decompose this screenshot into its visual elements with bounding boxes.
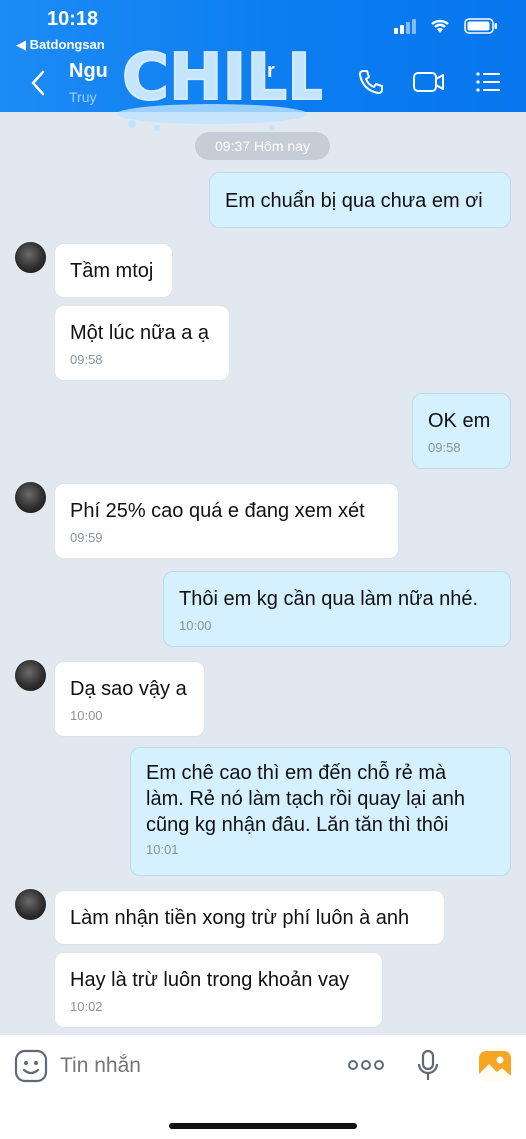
message-text: Thôi em kg cần qua làm nữa nhé. <box>179 588 479 610</box>
menu-list-icon[interactable] <box>474 68 502 96</box>
chill-sticker: CHILL <box>117 40 322 131</box>
message-bubble-incoming[interactable]: Dạ sao vậy a 10:00 <box>54 661 205 737</box>
message-text: OK em <box>428 410 491 432</box>
date-separator: 09:37 Hôm nay <box>195 132 330 160</box>
message-time: 10:01 <box>146 842 179 857</box>
phone-call-icon[interactable] <box>357 68 385 96</box>
wifi-icon <box>431 19 449 33</box>
home-indicator[interactable] <box>169 1123 357 1129</box>
message-time: 09:58 <box>70 352 103 367</box>
message-time: 10:00 <box>70 708 103 723</box>
message-time: 09:59 <box>70 530 103 545</box>
signal-icon <box>394 19 416 34</box>
image-gallery-icon[interactable] <box>478 1050 512 1082</box>
avatar[interactable] <box>15 889 46 920</box>
contact-name[interactable]: Ngu <box>69 60 108 83</box>
message-text: Làm nhận tiền xong trừ phí luôn à anh <box>70 907 410 929</box>
back-arrow-icon[interactable] <box>28 66 48 100</box>
message-text: Dạ sao vậy a <box>70 678 187 700</box>
message-bubble-incoming[interactable]: Tầm mtoj <box>54 243 173 298</box>
message-bubble-incoming[interactable]: Phí 25% cao quá e đang xem xét 09:59 <box>54 483 399 559</box>
message-text: Em chê cao thì em đến chỗ rẻ mà làm. Rẻ … <box>146 762 466 836</box>
message-bubble-outgoing[interactable]: Thôi em kg cần qua làm nữa nhé. 10:00 <box>163 571 511 647</box>
message-bubble-outgoing[interactable]: Em chuẩn bị qua chưa em ơi <box>209 172 511 228</box>
message-bubble-outgoing[interactable]: OK em 09:58 <box>412 393 511 469</box>
contact-name-tail: r <box>267 60 275 82</box>
chat-header: 10:18 ◀ Batdongsan Ngu Truy CHILL r <box>0 0 526 131</box>
battery-icon <box>464 18 497 34</box>
emoji-sticker-icon[interactable] <box>14 1049 48 1083</box>
svg-text:CHILL: CHILL <box>122 41 322 115</box>
message-time: 10:02 <box>70 999 103 1014</box>
back-to-app-link[interactable]: ◀ Batdongsan <box>16 37 105 53</box>
message-text: Một lúc nữa a ạ <box>70 322 210 344</box>
message-bubble-outgoing[interactable]: Em chê cao thì em đến chỗ rẻ mà làm. Rẻ … <box>130 747 511 876</box>
avatar[interactable] <box>15 242 46 273</box>
status-time: 10:18 <box>47 8 99 30</box>
message-bubble-incoming[interactable]: Làm nhận tiền xong trừ phí luôn à anh <box>54 890 445 945</box>
avatar[interactable] <box>15 660 46 691</box>
message-input[interactable] <box>60 1049 330 1083</box>
message-text: Hay là trừ luôn trong khoản vay <box>70 969 350 991</box>
contact-status: Truy <box>69 89 97 105</box>
microphone-icon[interactable] <box>417 1049 439 1083</box>
more-options-icon[interactable] <box>348 1057 384 1073</box>
message-text: Tầm mtoj <box>70 260 154 282</box>
video-call-icon[interactable] <box>412 68 446 96</box>
message-text: Phí 25% cao quá e đang xem xét <box>70 500 365 522</box>
message-bubble-incoming[interactable]: Một lúc nữa a ạ 09:58 <box>54 305 230 381</box>
message-time: 10:00 <box>179 618 212 633</box>
status-icons <box>394 18 498 34</box>
message-time: 09:58 <box>428 440 461 455</box>
message-bubble-incoming[interactable]: Hay là trừ luôn trong khoản vay 10:02 <box>54 952 383 1028</box>
avatar[interactable] <box>15 482 46 513</box>
message-text: Em chuẩn bị qua chưa em ơi <box>225 190 483 212</box>
